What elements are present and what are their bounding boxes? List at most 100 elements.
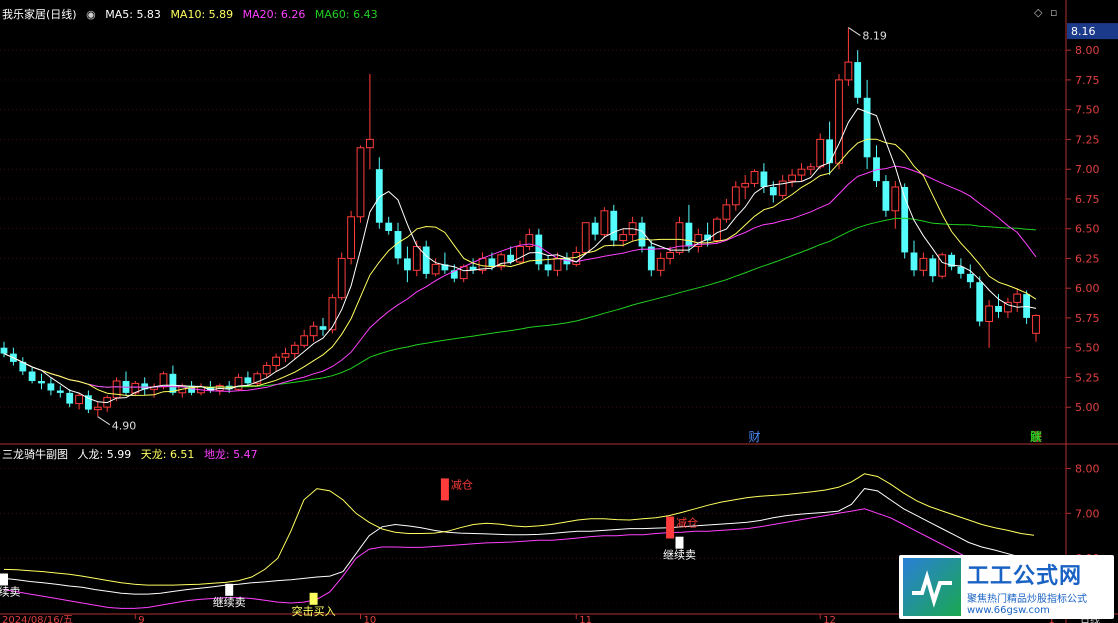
main-y-tick-label: 6.50	[1075, 223, 1100, 236]
sub-y-tick-label: 8.00	[1075, 463, 1100, 476]
candle-body-down	[169, 373, 177, 393]
candle-body-up	[1032, 315, 1040, 334]
last-price-label: 8.16	[1071, 25, 1096, 38]
candle-body-down	[56, 390, 64, 393]
event-marker: 解	[1030, 430, 1042, 444]
candle-body-up	[891, 186, 900, 212]
main-y-tick-label: 5.25	[1075, 371, 1100, 384]
time-axis-month-label: 12	[823, 615, 836, 623]
diamond-icon[interactable]: ◇	[1034, 6, 1042, 19]
sub-series-line	[3, 473, 1035, 586]
candle-body-up	[431, 263, 440, 275]
low-price-label: 4.90	[112, 420, 137, 433]
candle-body-down	[760, 171, 768, 187]
renlong-label: 人龙: 5.99	[77, 448, 132, 461]
candle-body-up	[722, 204, 731, 220]
candle-body-down	[863, 97, 871, 158]
main-y-tick-label: 5.75	[1075, 312, 1100, 325]
sub-y-tick-label: 7.00	[1075, 507, 1100, 520]
sub-chart-header: 三龙骑牛副图 人龙: 5.99 天龙: 6.51 地龙: 5.47	[2, 446, 264, 462]
main-y-tick-label: 5.50	[1075, 342, 1100, 355]
main-y-tick-label: 5.00	[1075, 401, 1100, 414]
ma10-value: 5.89	[208, 8, 234, 21]
candle-body-down	[0, 347, 8, 354]
candle-body-up	[366, 138, 374, 149]
main-y-tick-label: 7.50	[1075, 104, 1100, 117]
candle-body-down	[319, 326, 327, 330]
candle-body-down	[66, 392, 74, 404]
signal-block	[675, 536, 684, 549]
candle-body-up	[797, 168, 806, 176]
event-marker: 财	[748, 430, 760, 444]
candle-body-up	[356, 147, 365, 218]
candle-body-down	[995, 306, 1002, 312]
candle-body-up	[572, 252, 581, 265]
tianlong-label: 天龙: 6.51	[140, 448, 195, 461]
main-chart-header: 我乐家居(日线) ◉ MA5: 5.83 MA10: 5.89 MA20: 6.…	[2, 6, 384, 22]
candle-body-down	[28, 371, 36, 381]
candle-body-up	[328, 297, 337, 331]
signal-block	[440, 478, 449, 501]
signal-label: 减仓	[451, 477, 473, 491]
signal-label: 继续卖	[0, 585, 21, 599]
candle-body-up	[93, 406, 102, 411]
candle-body-up	[816, 138, 825, 168]
candle-body-down	[769, 187, 777, 196]
candle-body-up	[75, 394, 83, 405]
candle-body-up	[262, 365, 271, 375]
time-axis-date: 2024/08/16/五	[2, 615, 73, 623]
candle-body-down	[610, 210, 618, 241]
watermark-logo: 工工公式网 聚焦热门精品炒股指标公式 www.66gsw.com	[899, 555, 1114, 619]
candle-body-up	[844, 61, 853, 81]
high-price-label: 8.19	[862, 30, 887, 43]
dilong-value: 5.47	[233, 448, 258, 461]
main-y-tick-label: 6.25	[1075, 252, 1100, 265]
candle-body-up	[281, 353, 290, 358]
main-y-tick-label: 6.75	[1075, 193, 1100, 206]
watermark-title: 工工公式网	[967, 564, 1083, 589]
candle-body-up	[412, 246, 421, 271]
tianlong-value: 6.51	[169, 448, 195, 461]
ma60-value: 6.43	[353, 8, 378, 21]
signal-label: 减仓	[676, 516, 698, 530]
candle-body-down	[47, 383, 55, 391]
candle-body-up	[234, 376, 243, 390]
candle-body-up	[309, 325, 318, 337]
chart-stage[interactable]: 8.00 7.75 7.50 7.25 7.00 6.75 6.50 6.25 6.00 5.75…	[0, 0, 1118, 623]
candle-body-down	[685, 222, 693, 247]
candle-body-up	[300, 335, 309, 346]
ma10-line	[3, 138, 1037, 396]
candle-body-up	[731, 186, 740, 206]
candle-body-down	[385, 222, 393, 231]
candle-body-down	[422, 246, 430, 274]
candle-body-up	[656, 257, 665, 271]
ma20-line	[3, 165, 1037, 392]
ma-toggle-icon[interactable]: ◉	[86, 8, 96, 21]
high-pointer	[848, 27, 861, 37]
candle-body-down	[826, 139, 833, 164]
candle-body-down	[910, 252, 918, 271]
candle-body-up	[919, 257, 928, 271]
candle-body-up	[600, 210, 609, 236]
main-y-tick-label: 8.00	[1075, 44, 1100, 57]
candle-body-up	[516, 246, 524, 263]
ma5-value: 5.83	[136, 8, 161, 21]
candle-body-up	[835, 79, 843, 164]
ma10-label: MA10: 5.89	[170, 8, 234, 21]
candle-body-up	[985, 305, 994, 322]
signal-block	[0, 573, 8, 586]
candle-body-up	[347, 216, 356, 259]
candle-body-up	[806, 166, 815, 170]
collapse-icon[interactable]: ▫	[1050, 6, 1057, 19]
candle-body-down	[38, 381, 45, 384]
chart-canvas[interactable]: 8.00 7.75 7.50 7.25 7.00 6.75 6.50 6.25 6.00 5.75…	[0, 0, 1118, 623]
candle-body-up	[337, 257, 346, 299]
candle-body-up	[713, 218, 721, 242]
watermark-icon	[903, 558, 961, 616]
candle-body-up	[1013, 293, 1022, 303]
candle-body-up	[619, 234, 628, 242]
candle-body-down	[976, 282, 984, 322]
candle-body-up	[750, 171, 759, 184]
renlong-value: 5.99	[106, 448, 132, 461]
candle-body-down	[929, 258, 937, 277]
